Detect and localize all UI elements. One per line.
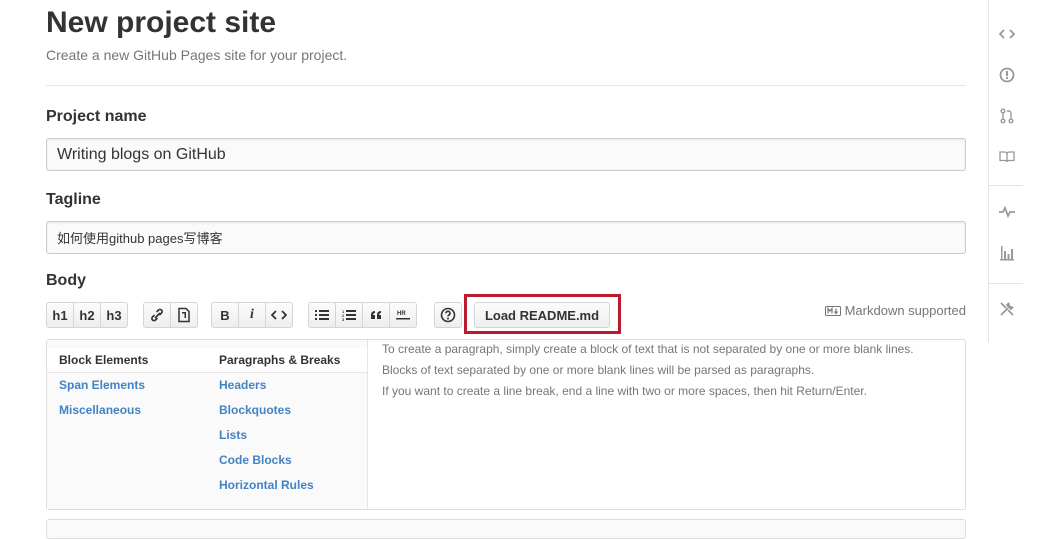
- markdown-supported[interactable]: Markdown supported: [824, 303, 966, 318]
- svg-text:HR: HR: [397, 311, 406, 317]
- sidebar-divider: [989, 185, 1023, 186]
- markdown-supported-label: Markdown supported: [844, 303, 966, 318]
- italic-button[interactable]: i: [238, 302, 266, 328]
- page-subtitle: Create a new GitHub Pages site for your …: [46, 47, 348, 63]
- project-name-label: Project name: [46, 108, 147, 125]
- help-button[interactable]: [434, 302, 462, 328]
- page-title: New project site: [46, 6, 277, 39]
- help-topic-headers[interactable]: Headers: [207, 373, 367, 398]
- settings-icon[interactable]: [998, 300, 1016, 318]
- repo-nav-sidebar: [988, 0, 1025, 342]
- bold-button[interactable]: B: [211, 302, 239, 328]
- project-name-input[interactable]: [46, 138, 966, 171]
- h1-button[interactable]: h1: [46, 302, 74, 328]
- tagline-input[interactable]: [46, 221, 966, 254]
- list-ordered-icon: 123: [342, 309, 356, 321]
- help-paragraph: Blocks of text separated by one or more …: [382, 363, 815, 377]
- wiki-icon[interactable]: [998, 148, 1016, 166]
- pulse-icon[interactable]: [998, 203, 1016, 221]
- list-unordered-icon: [315, 310, 329, 320]
- help-category-block-elements[interactable]: Block Elements: [47, 348, 207, 373]
- sidebar-divider: [989, 283, 1023, 284]
- load-readme-button[interactable]: Load README.md: [474, 302, 610, 328]
- code-icon[interactable]: [998, 25, 1016, 43]
- markdown-help-panel: Block Elements Span Elements Miscellaneo…: [46, 339, 966, 510]
- code-button[interactable]: [265, 302, 293, 328]
- quote-button[interactable]: [362, 302, 390, 328]
- tagline-label: Tagline: [46, 191, 101, 208]
- file-media-icon: [178, 307, 190, 323]
- help-topic-code-blocks[interactable]: Code Blocks: [207, 448, 367, 473]
- link-icon: [151, 308, 163, 322]
- horizontal-rule-icon: HR: [396, 311, 410, 320]
- help-topics: Paragraphs & Breaks Headers Blockquotes …: [207, 340, 368, 509]
- help-categories: Block Elements Span Elements Miscellaneo…: [47, 340, 208, 509]
- link-button-group: [143, 302, 198, 328]
- help-topic-paragraphs[interactable]: Paragraphs & Breaks: [207, 348, 367, 373]
- help-topic-lists[interactable]: Lists: [207, 423, 367, 448]
- help-category-miscellaneous[interactable]: Miscellaneous: [47, 398, 207, 423]
- horizontal-rule-button[interactable]: HR: [389, 302, 417, 328]
- markdown-icon: [824, 305, 841, 316]
- help-topic-horizontal-rules[interactable]: Horizontal Rules: [207, 473, 367, 498]
- code-icon: [271, 310, 287, 320]
- body-textarea[interactable]: [46, 519, 966, 539]
- unordered-list-button[interactable]: [308, 302, 336, 328]
- image-button[interactable]: [170, 302, 198, 328]
- quote-icon: [371, 311, 381, 319]
- issues-icon[interactable]: [998, 66, 1016, 84]
- format-button-group: B i: [211, 302, 293, 328]
- svg-text:3: 3: [342, 317, 345, 321]
- h2-button[interactable]: h2: [73, 302, 101, 328]
- h3-button[interactable]: h3: [100, 302, 128, 328]
- help-paragraph: If you want to create a line break, end …: [382, 384, 867, 398]
- heading-button-group: h1 h2 h3: [46, 302, 128, 328]
- help-category-span-elements[interactable]: Span Elements: [47, 373, 207, 398]
- graphs-icon[interactable]: [998, 244, 1016, 262]
- help-button-group: [434, 302, 462, 328]
- question-icon: [440, 307, 456, 323]
- body-label: Body: [46, 272, 86, 289]
- help-topic-blockquotes[interactable]: Blockquotes: [207, 398, 367, 423]
- divider: [46, 85, 966, 86]
- help-paragraph: To create a paragraph, simply create a b…: [382, 342, 914, 356]
- ordered-list-button[interactable]: 123: [335, 302, 363, 328]
- list-button-group: 123 HR: [308, 302, 417, 328]
- pull-request-icon[interactable]: [998, 107, 1016, 125]
- link-button[interactable]: [143, 302, 171, 328]
